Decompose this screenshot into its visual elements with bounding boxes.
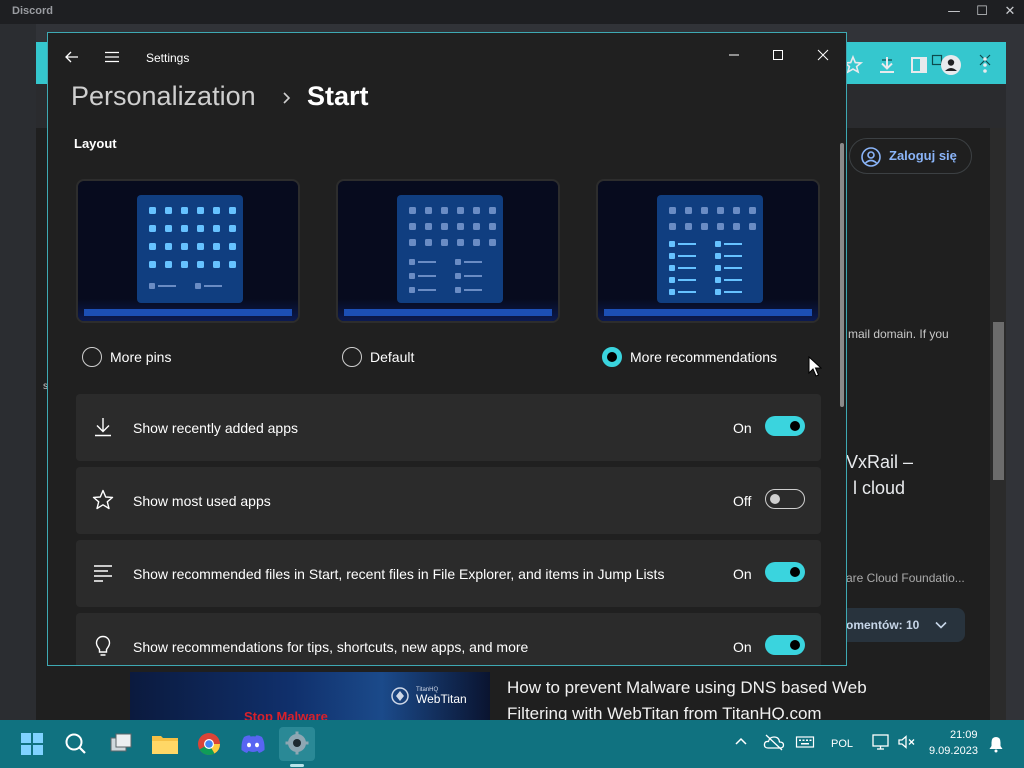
settings-window: Settings Personalization Start Layout Mo… <box>47 32 847 666</box>
discord-title: Discord <box>12 5 53 17</box>
toggle-state-text: On <box>733 420 752 436</box>
settings-minimize-button[interactable] <box>712 41 756 71</box>
breadcrumb-start: Start <box>307 81 369 111</box>
show-hidden-icons-chevron-up-icon[interactable] <box>732 733 750 751</box>
active-app-indicator <box>290 764 304 767</box>
toggle-recommendations-tips[interactable] <box>765 635 805 655</box>
login-button-label: Zaloguj się <box>889 148 957 163</box>
user-icon <box>861 147 881 167</box>
settings-close-button[interactable] <box>801 41 845 71</box>
notification-bell-icon[interactable] <box>987 735 1005 753</box>
mouse-cursor-icon <box>808 356 822 377</box>
partial-article-heading-1[interactable]: VxRail – <box>846 452 913 473</box>
lightbulb-icon <box>95 635 111 656</box>
partial-article-heading-2[interactable]: l cloud <box>853 478 905 499</box>
settings-icon[interactable] <box>279 727 315 761</box>
radio-label-more-pins: More pins <box>110 349 172 365</box>
radio-label-more-recommendations: More recommendations <box>630 349 778 365</box>
layout-preview-default[interactable] <box>336 179 560 323</box>
download-icon[interactable] <box>876 54 898 76</box>
toggle-most-used-apps[interactable] <box>765 489 805 509</box>
back-arrow-icon[interactable] <box>64 49 80 65</box>
settings-titlebar: Settings <box>48 33 846 81</box>
minimize-icon <box>729 54 739 56</box>
close-icon <box>817 49 829 61</box>
more-pins-preview-graphic <box>137 195 243 303</box>
webtitan-logo: TitanHQ WebTitan <box>391 687 467 706</box>
chrome-icon[interactable] <box>191 727 227 761</box>
radio-circle-default[interactable] <box>342 347 362 367</box>
clock-time[interactable]: 21:09 <box>950 729 978 741</box>
network-icon[interactable] <box>871 733 891 751</box>
setting-recommendations-tips: Show recommendations for tips, shortcuts… <box>76 613 821 665</box>
layout-preview-more-recommendations[interactable] <box>596 179 820 323</box>
discord-titlebar: Discord — ☐ ✕ <box>0 0 1024 24</box>
language-indicator[interactable]: POL <box>831 738 853 750</box>
maximize-icon <box>773 50 783 60</box>
discord-minimize-button[interactable]: — <box>940 2 968 22</box>
profile-icon[interactable] <box>940 54 962 76</box>
clock-date[interactable]: 9.09.2023 <box>929 745 978 757</box>
setting-recently-added-apps: Show recently added apps On <box>76 394 821 461</box>
layout-preview-more-pins[interactable] <box>76 179 300 323</box>
task-view-icon[interactable] <box>103 727 139 761</box>
discord-maximize-button[interactable]: ☐ <box>968 2 996 22</box>
partial-article-subtext: are Cloud Foundatio... <box>846 571 965 585</box>
file-explorer-icon[interactable] <box>147 727 183 761</box>
radio-circle-more-recommendations[interactable] <box>602 347 622 367</box>
toggle-state-text: On <box>733 566 752 582</box>
volume-muted-icon[interactable] <box>897 733 917 751</box>
keyboard-icon[interactable] <box>795 733 815 751</box>
start-icon[interactable] <box>14 727 50 761</box>
list-icon <box>94 565 112 582</box>
side-panel-icon[interactable] <box>908 54 930 76</box>
default-preview-graphic <box>397 195 503 303</box>
toggle-recommended-files[interactable] <box>765 562 805 582</box>
setting-label: Show recently added apps <box>133 420 298 436</box>
radio-circle-more-pins[interactable] <box>82 347 102 367</box>
login-button[interactable]: Zaloguj się <box>849 138 972 174</box>
breadcrumb-personalization[interactable]: Personalization <box>71 81 256 112</box>
chevron-right-icon <box>283 92 291 104</box>
setting-recommended-files: Show recommended files in Start, recent … <box>76 540 821 607</box>
chevron-down-icon <box>935 621 947 629</box>
setting-label: Show recommended files in Start, recent … <box>133 566 665 582</box>
discord-close-button[interactable]: ✕ <box>996 2 1024 22</box>
discord-server-strip <box>0 24 36 720</box>
setting-label: Show most used apps <box>133 493 271 509</box>
setting-label: Show recommendations for tips, shortcuts… <box>133 639 529 655</box>
comments-label: omentów: 10 <box>846 618 920 632</box>
toggle-state-text: On <box>733 639 752 655</box>
search-icon[interactable] <box>58 727 94 761</box>
svg-text:WebTitan: WebTitan <box>416 692 467 706</box>
settings-maximize-button[interactable] <box>756 41 800 71</box>
radio-label-default: Default <box>370 349 415 365</box>
download-icon <box>95 418 111 437</box>
cloud-offline-icon[interactable] <box>763 733 785 751</box>
settings-window-title: Settings <box>146 51 190 65</box>
partial-email-text: mail domain. If you <box>848 327 949 341</box>
more-recommendations-preview-graphic <box>657 195 763 303</box>
toggle-recently-added-apps[interactable] <box>765 416 805 436</box>
layout-heading: Layout <box>74 136 117 151</box>
hamburger-menu-icon[interactable] <box>104 49 120 65</box>
menu-dots-icon[interactable] <box>974 54 996 76</box>
setting-most-used-apps: Show most used apps Off <box>76 467 821 534</box>
discord-icon[interactable] <box>235 727 271 761</box>
star-icon <box>92 489 114 510</box>
browser-scrollbar-thumb[interactable] <box>993 322 1004 480</box>
settings-scrollbar[interactable] <box>840 143 844 407</box>
toggle-state-text: Off <box>733 493 752 509</box>
